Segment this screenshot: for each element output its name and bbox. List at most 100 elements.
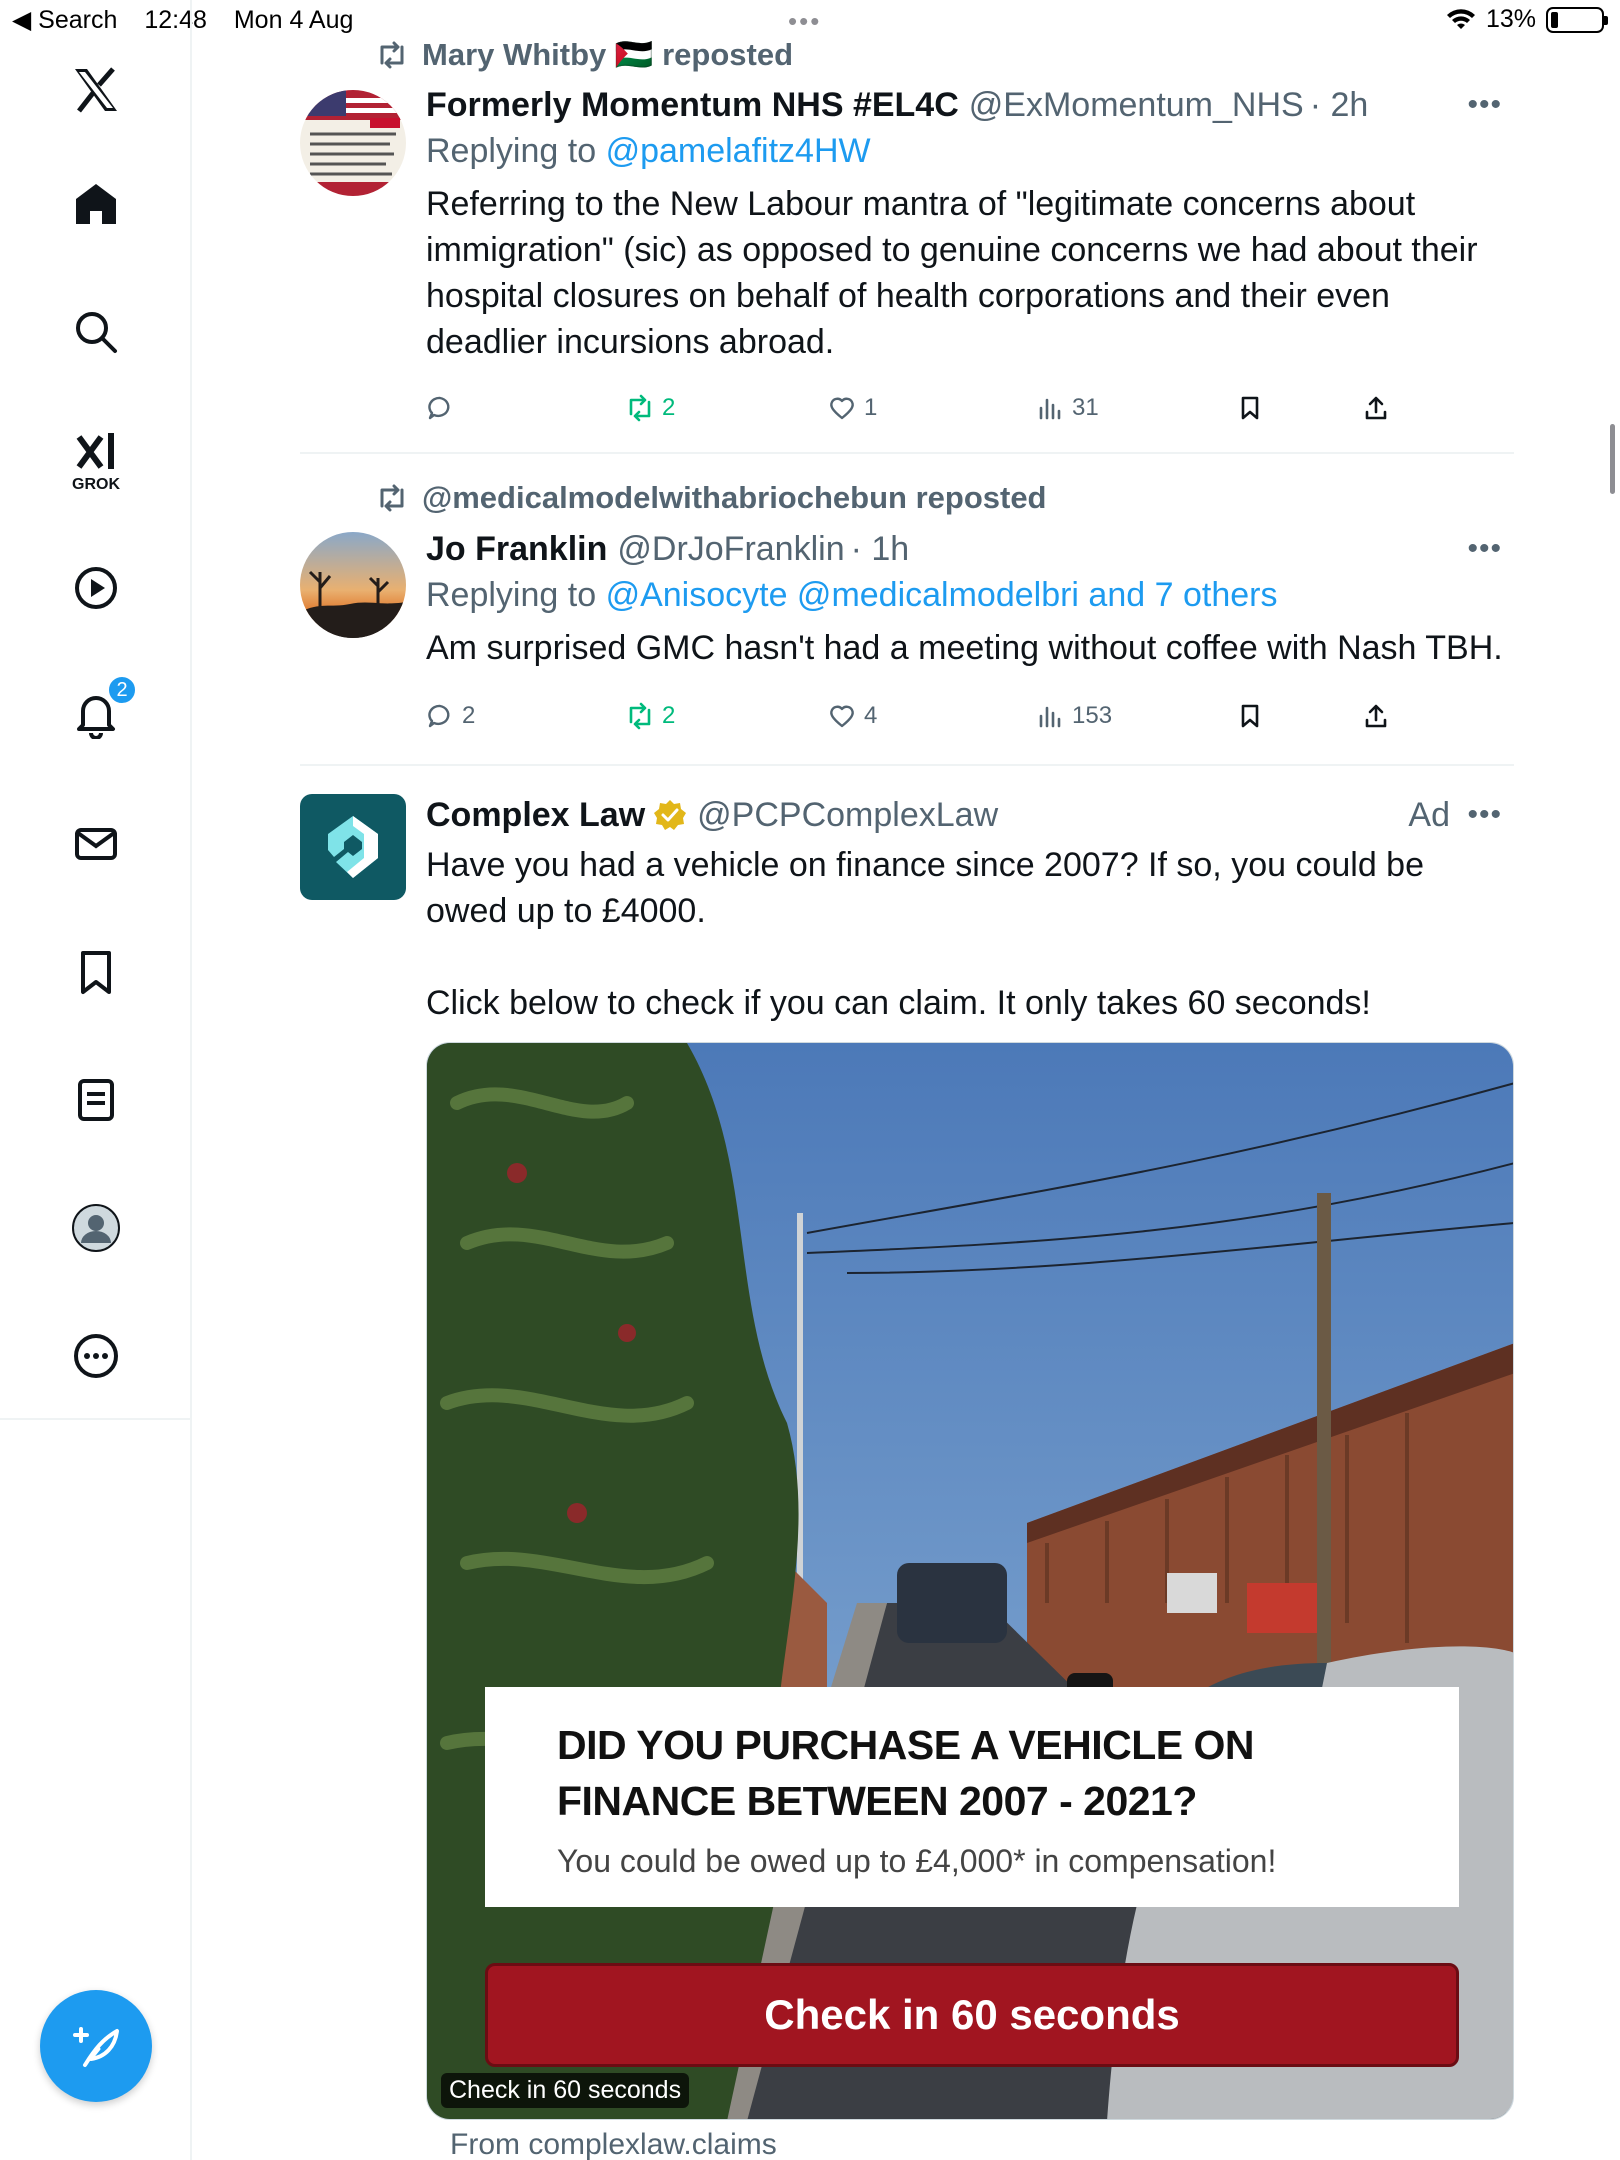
post-actions: 2 1 31 <box>426 394 1406 434</box>
banner-headline-1: DID YOU PURCHASE A VEHICLE ON <box>557 1722 1255 1768</box>
lists-icon[interactable] <box>62 1066 130 1134</box>
author-name[interactable]: Jo Franklin <box>426 530 607 569</box>
post-1[interactable]: Mary Whitby 🇵🇸 reposted Formerly Momentu… <box>300 36 1514 454</box>
sidebar-divider <box>0 1418 192 1420</box>
view-count: 31 <box>1072 394 1099 421</box>
ad-label: Ad <box>1408 795 1450 834</box>
search-icon[interactable] <box>62 298 130 366</box>
avatar[interactable] <box>300 532 406 638</box>
post-actions: 2 2 4 153 <box>426 702 1406 742</box>
replying-to-link[interactable]: @pamelafitz4HW <box>606 132 871 170</box>
repost-context: Mary Whitby 🇵🇸 reposted <box>376 36 793 73</box>
author-name[interactable]: Formerly Momentum NHS #EL4C <box>426 86 959 125</box>
ad-source-link[interactable]: From complexlaw.claims <box>450 2128 777 2160</box>
like-button[interactable]: 4 <box>828 702 877 730</box>
author-handle[interactable]: @ExMomentum_NHS <box>969 86 1304 125</box>
street-photo <box>427 1043 1513 2119</box>
compose-post-button[interactable] <box>40 1990 152 2102</box>
view-count: 153 <box>1072 702 1113 729</box>
replying-to-label: Replying to <box>426 576 597 614</box>
like-button[interactable]: 1 <box>828 394 877 422</box>
post-text: Referring to the New Labour mantra of "l… <box>426 185 1478 361</box>
views-bar-chart-icon <box>1039 398 1061 420</box>
post-more-icon[interactable]: ••• <box>1467 88 1502 122</box>
status-date: Mon 4 Aug <box>233 6 354 34</box>
ad-more-icon[interactable]: ••• <box>1467 798 1502 832</box>
ad-header: Complex Law @PCPComplexLaw Ad ••• <box>426 792 1506 838</box>
post-2[interactable]: @medicalmodelwithabriochebun reposted Jo… <box>300 480 1514 766</box>
repost-count: 2 <box>662 394 676 421</box>
bookmark-icon <box>1241 704 1259 728</box>
advertiser-logo[interactable] <box>300 794 406 900</box>
repost-icon <box>629 394 651 422</box>
bookmark-button[interactable] <box>1236 394 1264 422</box>
check-in-60-seconds-button[interactable]: Check in 60 seconds <box>485 1963 1459 2067</box>
notifications-badge: 2 <box>106 674 138 706</box>
share-button[interactable] <box>1362 702 1390 730</box>
advertiser-name[interactable]: Complex Law <box>426 796 645 835</box>
reply-count: 2 <box>462 702 476 729</box>
status-right: 13% <box>1446 5 1608 34</box>
heart-icon <box>830 397 854 420</box>
profile-avatar-icon[interactable] <box>62 1194 130 1262</box>
scroll-indicator[interactable] <box>1610 424 1615 494</box>
banner-headline-2: FINANCE BETWEEN 2007 - 2021? <box>557 1778 1197 1824</box>
wifi-icon <box>1446 8 1475 29</box>
like-count: 1 <box>864 394 878 421</box>
post-time: · 1h <box>850 529 910 568</box>
verified-badge-icon <box>654 800 687 830</box>
video-icon[interactable] <box>62 554 130 622</box>
repost-icon <box>380 484 404 512</box>
replying-to: Replying to @Anisocyte @medicalmodelbri … <box>426 576 1506 615</box>
repost-count: 2 <box>662 702 676 729</box>
avatar[interactable] <box>300 90 406 196</box>
messages-envelope-icon[interactable] <box>62 810 130 878</box>
bookmark-icon <box>1241 396 1259 420</box>
ad-body: Complex Law @PCPComplexLaw Ad ••• Have y… <box>426 792 1506 1026</box>
home-icon[interactable] <box>62 170 130 238</box>
repost-button[interactable]: 2 <box>626 394 675 422</box>
compose-feather-icon <box>73 2027 119 2067</box>
replying-to: Replying to @pamelafitz4HW <box>426 132 1506 171</box>
post-body: Jo Franklin @DrJoFranklin · 1h ••• Reply… <box>426 526 1506 671</box>
author-handle[interactable]: @DrJoFranklin <box>617 530 844 569</box>
sidebar: GROK 2 <box>0 0 192 2160</box>
battery-percent: 13% <box>1485 5 1536 33</box>
grok-label: GROK <box>72 476 120 493</box>
status-bar: ◀ Search 12:48 Mon 4 Aug ••• 13% <box>0 0 1620 40</box>
reply-button[interactable] <box>426 394 462 422</box>
repost-icon <box>380 41 404 68</box>
post-body: Formerly Momentum NHS #EL4C @ExMomentum_… <box>426 82 1506 365</box>
card-caption: Check in 60 seconds <box>441 2073 690 2108</box>
ad-media-card[interactable]: DID YOU PURCHASE A VEHICLE ON FINANCE BE… <box>426 1042 1514 2120</box>
banner-subtext: You could be owed up to £4,000* in compe… <box>557 1843 1277 1879</box>
post-more-icon[interactable]: ••• <box>1467 532 1502 566</box>
post-text: Am surprised GMC hasn't had a meeting wi… <box>426 629 1503 667</box>
post-header: Jo Franklin @DrJoFranklin · 1h ••• <box>426 526 1506 572</box>
reply-bubble-icon <box>428 704 450 728</box>
share-icon <box>1365 396 1387 420</box>
notifications-bell-icon[interactable]: 2 <box>62 674 138 748</box>
share-button[interactable] <box>1362 394 1390 422</box>
views-button[interactable]: 31 <box>1036 394 1099 422</box>
bookmark-button[interactable] <box>1236 702 1264 730</box>
repost-by-label: @medicalmodelwithabriochebun reposted <box>422 480 1047 515</box>
ad-text-1: Have you had a vehicle on finance since … <box>426 846 1425 930</box>
multitasking-dots[interactable]: ••• <box>788 6 821 37</box>
reply-bubble-icon <box>428 396 450 420</box>
more-options-icon[interactable] <box>62 1322 130 1390</box>
views-button[interactable]: 153 <box>1036 702 1112 730</box>
bookmarks-icon[interactable] <box>62 938 130 1006</box>
repost-button[interactable]: 2 <box>626 702 675 730</box>
grok-icon[interactable]: GROK <box>62 418 130 493</box>
ad-post[interactable]: Complex Law @PCPComplexLaw Ad ••• Have y… <box>300 792 1514 1032</box>
x-logo-icon[interactable] <box>62 56 130 124</box>
repost-context: @medicalmodelwithabriochebun reposted <box>376 480 1047 516</box>
reply-button[interactable]: 2 <box>426 702 475 730</box>
like-count: 4 <box>864 702 878 729</box>
replying-to-label: Replying to <box>426 132 597 170</box>
ad-text-2: Click below to check if you can claim. I… <box>426 984 1371 1022</box>
replying-to-link[interactable]: @Anisocyte @medicalmodelbri and 7 others <box>606 576 1278 614</box>
advertiser-handle[interactable]: @PCPComplexLaw <box>697 796 998 835</box>
post-time: · 2h <box>1309 85 1369 124</box>
